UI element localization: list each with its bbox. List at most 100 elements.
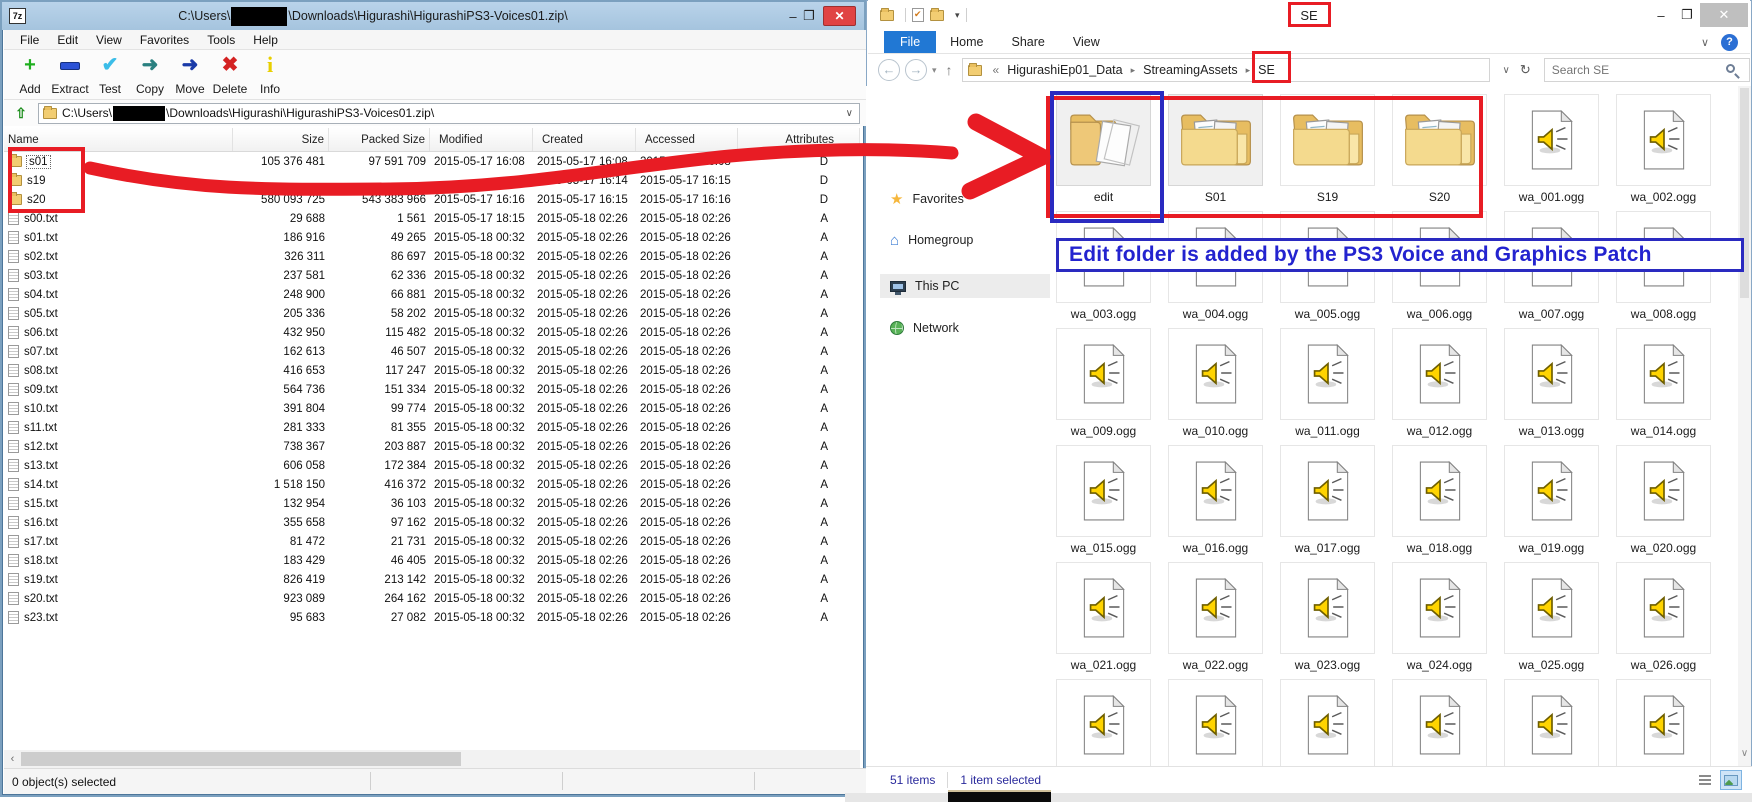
address-dropdown-icon[interactable]: ∨ — [1503, 65, 1510, 76]
column-header-name[interactable]: Name — [4, 128, 233, 151]
menu-item-file[interactable]: File — [12, 31, 47, 49]
table-row[interactable]: s20.txt923 089264 1622015-05-18 00:32201… — [4, 589, 860, 608]
file-tile-wa_008.ogg[interactable]: wa_008.ogg — [1612, 211, 1715, 328]
file-tile[interactable] — [1276, 679, 1379, 766]
file-tile-edit[interactable]: edit — [1052, 94, 1155, 211]
menu-item-tools[interactable]: Tools — [199, 31, 243, 49]
search-input[interactable] — [1545, 63, 1715, 77]
breadcrumb-collapse-icon[interactable]: « — [987, 63, 1006, 77]
table-row[interactable]: s06.txt432 950115 4822015-05-18 00:32201… — [4, 323, 860, 342]
file-tile-wa_004.ogg[interactable]: wa_004.ogg — [1164, 211, 1267, 328]
file-tile-wa_012.ogg[interactable]: wa_012.ogg — [1388, 328, 1491, 445]
maximize-button[interactable]: ❐ — [801, 8, 817, 24]
scrollbar-thumb[interactable] — [1740, 88, 1749, 298]
sidebar-item-this-pc[interactable]: This PC — [880, 274, 1050, 298]
tab-home[interactable]: Home — [936, 31, 997, 53]
up-folder-icon[interactable]: ⇧ — [10, 103, 32, 123]
horizontal-scrollbar[interactable]: ‹ — [4, 750, 860, 768]
file-tile-S01[interactable]: S01 — [1164, 94, 1267, 211]
table-row[interactable]: s19.txt826 419213 1422015-05-18 00:32201… — [4, 570, 860, 589]
breadcrumb-item-se[interactable]: SE — [1256, 63, 1277, 77]
address-combobox[interactable]: C:\Users\\Downloads\Higurashi\HigurashiP… — [38, 103, 860, 124]
breadcrumb-separator-icon[interactable]: ▸ — [1240, 65, 1257, 76]
close-button[interactable]: ✕ — [1700, 3, 1748, 27]
thumbnail-view-button[interactable] — [1720, 770, 1742, 790]
menu-item-favorites[interactable]: Favorites — [132, 31, 197, 49]
file-tile-wa_026.ogg[interactable]: wa_026.ogg — [1612, 562, 1715, 679]
table-row[interactable]: s08.txt416 653117 2472015-05-18 00:32201… — [4, 361, 860, 380]
file-tile-wa_007.ogg[interactable]: wa_007.ogg — [1500, 211, 1603, 328]
table-row[interactable]: s10.txt391 80499 7742015-05-18 00:322015… — [4, 399, 860, 418]
column-header-accessed[interactable]: Accessed — [636, 128, 738, 151]
help-icon[interactable]: ? — [1721, 34, 1738, 51]
close-button[interactable]: ✕ — [823, 6, 856, 26]
scrollbar-thumb[interactable] — [21, 752, 461, 766]
file-tile-S20[interactable]: S20 — [1388, 94, 1491, 211]
breadcrumb-item-streamingassets[interactable]: StreamingAssets — [1141, 63, 1239, 77]
menu-item-help[interactable]: Help — [245, 31, 286, 49]
up-arrow-icon[interactable]: ↑ — [942, 62, 957, 78]
sidebar-item-network[interactable]: Network — [880, 316, 1050, 340]
table-row[interactable]: s192015-05-17 16:142015-05-17 16:15D — [4, 171, 860, 190]
copy-button[interactable]: ➜Copy — [130, 50, 170, 99]
column-header-modified[interactable]: Modified — [430, 128, 533, 151]
file-tile-wa_024.ogg[interactable]: wa_024.ogg — [1388, 562, 1491, 679]
ribbon-expand-icon[interactable]: ∨ — [1701, 36, 1709, 49]
menu-item-view[interactable]: View — [88, 31, 130, 49]
back-button[interactable]: ← — [878, 59, 900, 81]
table-row[interactable]: s02.txt326 31186 6972015-05-18 00:322015… — [4, 247, 860, 266]
column-header-attributes[interactable]: Attributes — [738, 128, 860, 151]
search-icon[interactable] — [1726, 64, 1735, 73]
file-tile[interactable] — [1500, 679, 1603, 766]
column-header-created[interactable]: Created — [533, 128, 636, 151]
file-tile-wa_006.ogg[interactable]: wa_006.ogg — [1388, 211, 1491, 328]
file-tile-wa_021.ogg[interactable]: wa_021.ogg — [1052, 562, 1155, 679]
table-row[interactable]: s01105 376 48197 591 7092015-05-17 16:08… — [4, 152, 860, 171]
column-header-size[interactable]: Size — [233, 128, 329, 151]
table-row[interactable]: s07.txt162 61346 5072015-05-18 00:322015… — [4, 342, 860, 361]
file-tile-wa_015.ogg[interactable]: wa_015.ogg — [1052, 445, 1155, 562]
forward-button[interactable]: → — [905, 59, 927, 81]
details-view-button[interactable] — [1694, 770, 1716, 790]
sidebar-item-favorites[interactable]: ★Favorites — [880, 187, 1050, 211]
table-row[interactable]: s14.txt1 518 150416 3722015-05-18 00:322… — [4, 475, 860, 494]
test-button[interactable]: ✔Test — [90, 50, 130, 99]
file-tile-wa_013.ogg[interactable]: wa_013.ogg — [1500, 328, 1603, 445]
file-tile[interactable] — [1052, 679, 1155, 766]
table-row[interactable]: s09.txt564 736151 3342015-05-18 00:32201… — [4, 380, 860, 399]
table-row[interactable]: s23.txt95 68327 0822015-05-18 00:322015-… — [4, 608, 860, 627]
table-row[interactable]: s01.txt186 91649 2652015-05-18 00:322015… — [4, 228, 860, 247]
table-row[interactable]: s05.txt205 33658 2022015-05-18 00:322015… — [4, 304, 860, 323]
sevenzip-titlebar[interactable]: 7z C:\Users\\Downloads\Higurashi\Higuras… — [2, 2, 864, 30]
file-tile-wa_014.ogg[interactable]: wa_014.ogg — [1612, 328, 1715, 445]
file-tile[interactable] — [1612, 679, 1715, 766]
table-row[interactable]: s16.txt355 65897 1622015-05-18 00:322015… — [4, 513, 860, 532]
breadcrumb[interactable]: « HigurashiEp01_Data▸StreamingAssets▸SE — [962, 58, 1490, 82]
info-button[interactable]: iInfo — [250, 50, 290, 99]
file-tile-wa_017.ogg[interactable]: wa_017.ogg — [1276, 445, 1379, 562]
file-tile-wa_023.ogg[interactable]: wa_023.ogg — [1276, 562, 1379, 679]
file-tile[interactable] — [1164, 679, 1267, 766]
maximize-button[interactable]: ❐ — [1674, 7, 1700, 23]
history-dropdown-icon[interactable]: ▾ — [932, 65, 937, 76]
chevron-down-icon[interactable]: ∨ — [840, 108, 859, 119]
file-tile-wa_016.ogg[interactable]: wa_016.ogg — [1164, 445, 1267, 562]
add-button[interactable]: +Add — [10, 50, 50, 99]
file-tile-wa_009.ogg[interactable]: wa_009.ogg — [1052, 328, 1155, 445]
minimize-button[interactable]: – — [785, 9, 801, 24]
file-tile-wa_025.ogg[interactable]: wa_025.ogg — [1500, 562, 1603, 679]
table-row[interactable]: s11.txt281 33381 3552015-05-18 00:322015… — [4, 418, 860, 437]
extract-button[interactable]: Extract — [50, 50, 90, 99]
file-tile-wa_020.ogg[interactable]: wa_020.ogg — [1612, 445, 1715, 562]
delete-button[interactable]: ✖Delete — [210, 50, 250, 99]
table-row[interactable]: s12.txt738 367203 8872015-05-18 00:32201… — [4, 437, 860, 456]
sidebar-item-homegroup[interactable]: ⌂Homegroup — [880, 228, 1050, 252]
file-tile-wa_022.ogg[interactable]: wa_022.ogg — [1164, 562, 1267, 679]
menu-item-edit[interactable]: Edit — [49, 31, 86, 49]
file-tile-wa_001.ogg[interactable]: wa_001.ogg — [1500, 94, 1603, 211]
search-box[interactable] — [1544, 58, 1750, 82]
table-row[interactable]: s03.txt237 58162 3362015-05-18 00:322015… — [4, 266, 860, 285]
tab-share[interactable]: Share — [998, 31, 1059, 53]
file-tile-wa_003.ogg[interactable]: wa_003.ogg — [1052, 211, 1155, 328]
scroll-down-icon[interactable]: ∨ — [1738, 748, 1751, 764]
